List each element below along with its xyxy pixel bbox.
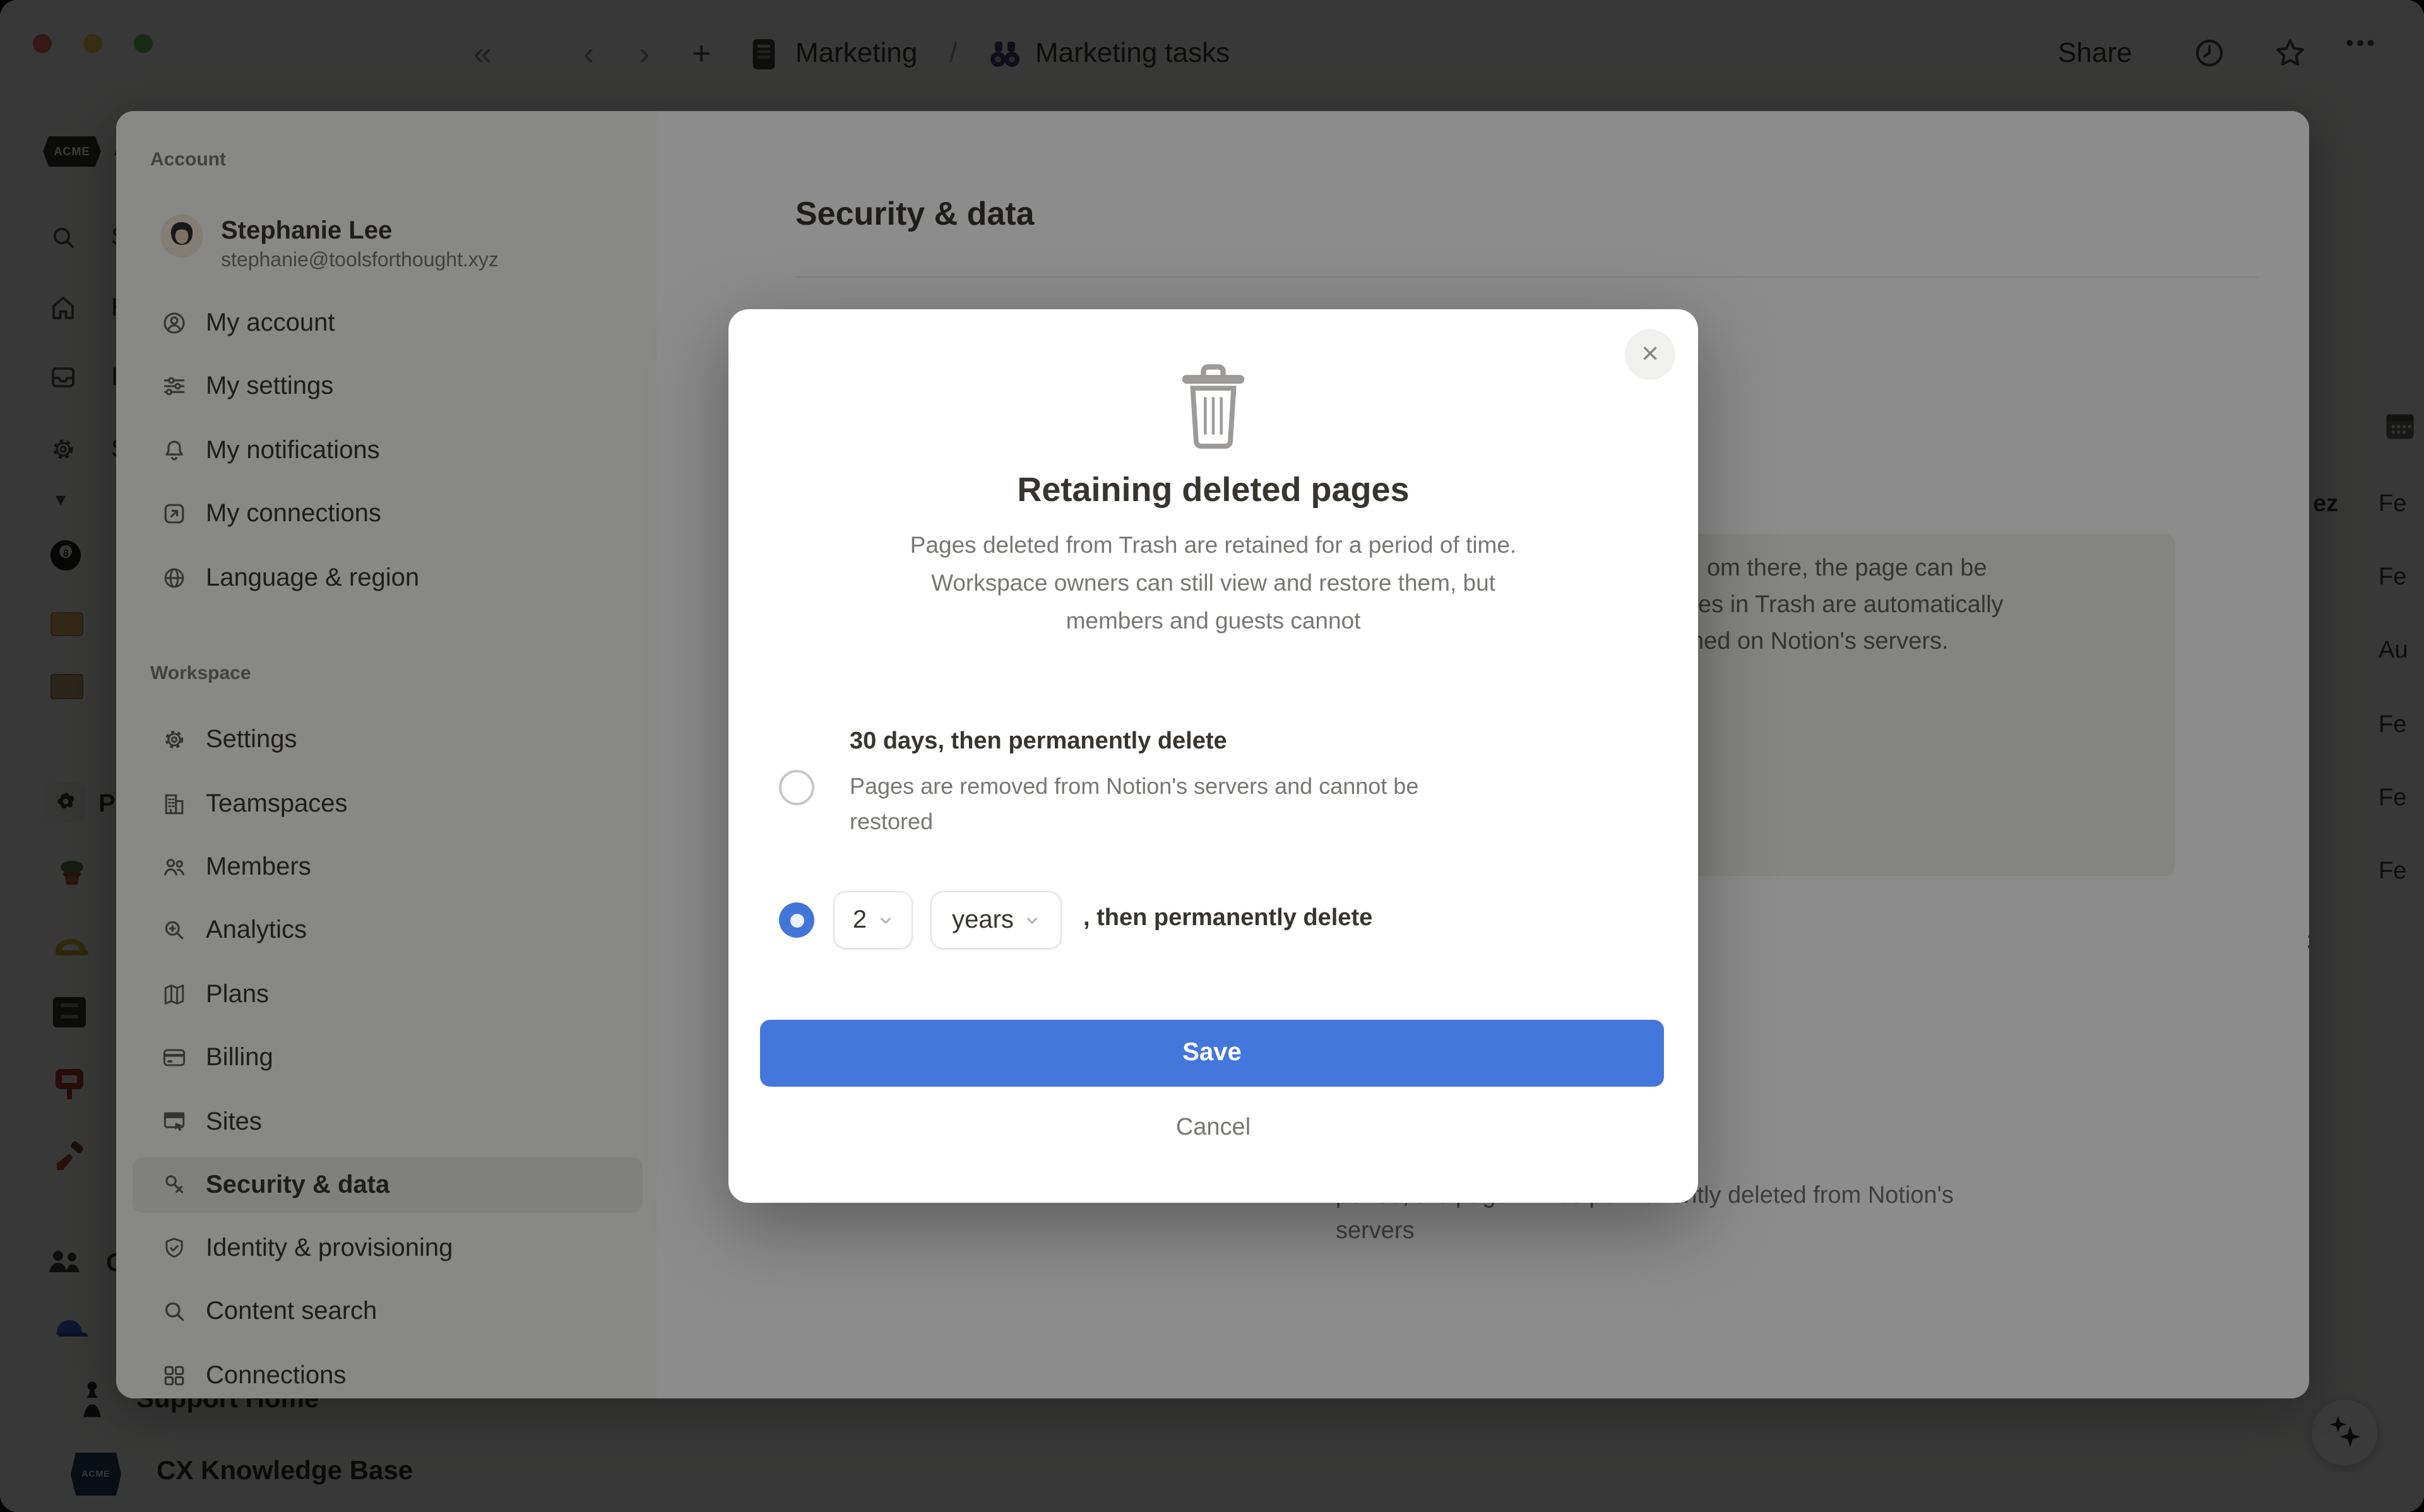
option-30-days-subtext: Pages are removed from Notion's servers …: [850, 769, 1418, 839]
radio-custom-period[interactable]: [779, 902, 814, 938]
option-custom-suffix: , then permanently delete: [1083, 905, 1372, 933]
period-unit-select[interactable]: years: [930, 891, 1062, 949]
chevron-down-icon: [1024, 912, 1040, 928]
cancel-button[interactable]: Cancel: [728, 1114, 1698, 1142]
save-button[interactable]: Save: [760, 1020, 1664, 1087]
screen: « ‹ › + Marketing / Marketing tasks Shar…: [0, 0, 2424, 1512]
retaining-deleted-pages-modal: × Retaining deleted pages Pages deleted …: [728, 309, 1698, 1203]
close-icon[interactable]: ×: [1625, 329, 1675, 380]
notion-window: « ‹ › + Marketing / Marketing tasks Shar…: [0, 0, 2424, 1512]
option-30-days-label: 30 days, then permanently delete: [850, 728, 1227, 756]
chevron-down-icon: [877, 912, 893, 928]
modal-description: Pages deleted from Trash are retained fo…: [779, 526, 1648, 640]
trash-icon: [1174, 360, 1252, 451]
modal-title: Retaining deleted pages: [728, 471, 1698, 510]
period-number-select[interactable]: 2: [833, 891, 913, 949]
radio-30-days[interactable]: [779, 770, 814, 805]
